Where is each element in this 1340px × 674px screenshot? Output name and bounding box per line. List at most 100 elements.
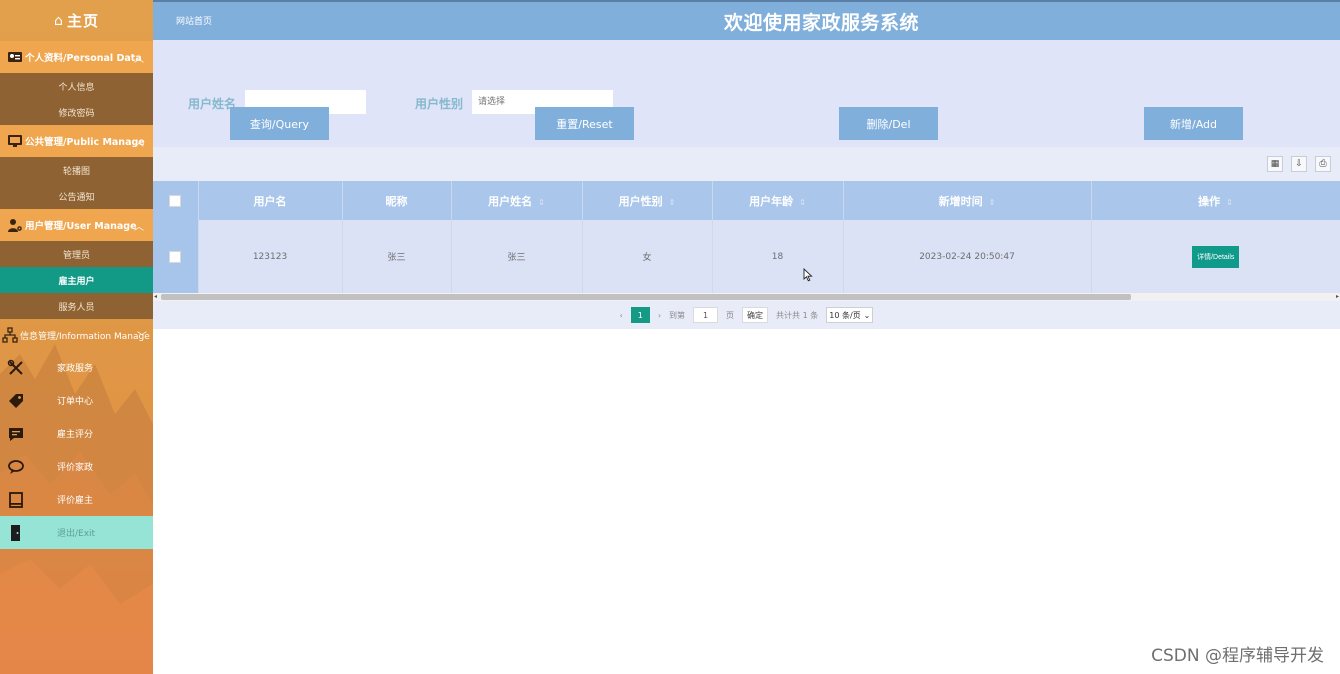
sidebar: ⌂ 主页 个人资料/Personal Data ︿ 个人信息 修改密码 公共管理… bbox=[0, 0, 153, 674]
details-button[interactable]: 详情/Details bbox=[1192, 245, 1240, 268]
export-icon[interactable]: ⇩ bbox=[1291, 156, 1307, 172]
table-panel: ▦ ⇩ ⎙ 用户名 昵称 用户姓名 ⇕ 用户性别 ⇕ 用户年龄 ⇕ 新增时间 ⇕… bbox=[153, 148, 1340, 329]
chevron-up-icon: ︿ bbox=[134, 222, 144, 233]
sidebar-group-user-manage[interactable]: 用户管理/User Manage ︿ bbox=[0, 209, 153, 241]
goto-page-input[interactable] bbox=[693, 307, 719, 323]
sidebar-group-public-manage[interactable]: 公共管理/Public Manage ︿ bbox=[0, 125, 153, 157]
sidebar-group-label: 用户管理/User Manage bbox=[25, 221, 137, 232]
sidebar-group-label: 信息管理/Information Manage bbox=[20, 331, 150, 342]
column-header-nickname[interactable]: 昵称 bbox=[342, 181, 452, 220]
cell-realname: 张三 bbox=[451, 220, 583, 293]
sidebar-item-personal-info[interactable]: 个人信息 bbox=[0, 73, 153, 99]
horizontal-scrollbar[interactable]: ◂ ▸ bbox=[153, 293, 1340, 301]
sidebar-item-admin[interactable]: 管理员 bbox=[0, 241, 153, 267]
username-label: 用户姓名 bbox=[188, 97, 237, 111]
columns-icon[interactable]: ▦ bbox=[1267, 156, 1283, 172]
sidebar-item-label: 评价雇主 bbox=[57, 496, 94, 506]
prev-page-icon[interactable]: ‹ bbox=[620, 311, 623, 320]
sidebar-group-personal-data[interactable]: 个人资料/Personal Data ︿ bbox=[0, 41, 153, 73]
reset-button[interactable]: 重置/Reset bbox=[535, 107, 634, 140]
sidebar-item-rate-employer[interactable]: 评价雇主 bbox=[0, 483, 153, 516]
sidebar-item-employer-user[interactable]: 雇主用户 bbox=[0, 267, 153, 293]
page-title: 欢迎使用家政服务系统 bbox=[723, 12, 919, 34]
scroll-right-icon[interactable]: ▸ bbox=[1336, 293, 1339, 301]
sitemap-icon bbox=[2, 327, 18, 343]
cell-age: 18 bbox=[712, 220, 844, 293]
sidebar-item-rate-housekeeping[interactable]: 评价家政 bbox=[0, 450, 153, 483]
add-button[interactable]: 新增/Add bbox=[1144, 107, 1243, 140]
scroll-left-icon[interactable]: ◂ bbox=[154, 293, 157, 301]
sidebar-item-notice[interactable]: 公告通知 bbox=[0, 183, 153, 209]
table-header-row: 用户名 昵称 用户姓名 ⇕ 用户性别 ⇕ 用户年龄 ⇕ 新增时间 ⇕ 操作 ⇕ bbox=[153, 181, 1340, 220]
sidebar-home-label: 主页 bbox=[66, 12, 99, 30]
scroll-thumb[interactable] bbox=[161, 294, 1131, 300]
next-page-icon[interactable]: › bbox=[658, 311, 661, 320]
data-table: 用户名 昵称 用户姓名 ⇕ 用户性别 ⇕ 用户年龄 ⇕ 新增时间 ⇕ 操作 ⇕ 12312… bbox=[153, 181, 1340, 293]
column-header-action[interactable]: 操作 ⇕ bbox=[1091, 181, 1340, 220]
chevron-up-icon: ︿ bbox=[134, 54, 144, 65]
door-exit-icon bbox=[11, 524, 20, 541]
row-select-cell bbox=[153, 220, 199, 293]
sidebar-item-label: 退出/Exit bbox=[57, 529, 96, 539]
cell-created: 2023-02-24 20:50:47 bbox=[843, 220, 1092, 293]
mouse-cursor-icon bbox=[803, 268, 813, 282]
monitor-icon bbox=[8, 135, 22, 147]
chevron-down-icon: ﹀ bbox=[137, 332, 147, 343]
select-all-cell bbox=[153, 181, 199, 220]
id-card-icon bbox=[8, 52, 22, 62]
sidebar-sublist-user: 管理员 雇主用户 服务人员 bbox=[0, 241, 153, 319]
sidebar-sublist-personal: 个人信息 修改密码 bbox=[0, 73, 153, 125]
column-header-realname[interactable]: 用户姓名 ⇕ bbox=[451, 181, 583, 220]
query-button[interactable]: 查询/Query bbox=[230, 107, 329, 140]
cell-action: 详情/Details bbox=[1091, 220, 1340, 293]
chevron-up-icon: ︿ bbox=[134, 138, 144, 149]
column-header-age[interactable]: 用户年龄 ⇕ bbox=[712, 181, 844, 220]
cell-nickname: 张三 bbox=[342, 220, 452, 293]
goto-confirm-button[interactable]: 确定 bbox=[742, 307, 769, 323]
row-checkbox[interactable] bbox=[169, 250, 182, 263]
tools-icon bbox=[7, 359, 23, 375]
gender-label: 用户性别 bbox=[415, 97, 464, 111]
page-size-select[interactable]: 10 条/页 ⌄ bbox=[826, 307, 874, 323]
sidebar-group-label: 个人资料/Personal Data bbox=[25, 53, 142, 64]
chevron-down-icon: ⌄ bbox=[863, 310, 871, 320]
sidebar-group-label: 公共管理/Public Manage bbox=[25, 137, 145, 148]
sidebar-item-employer-rating[interactable]: 雇主评分 bbox=[0, 417, 153, 450]
user-gear-icon bbox=[8, 219, 22, 232]
goto-prefix: 到第 bbox=[669, 310, 686, 320]
column-header-username[interactable]: 用户名 bbox=[198, 181, 343, 220]
column-header-created[interactable]: 新增时间 ⇕ bbox=[843, 181, 1092, 220]
sort-icon: ⇕ bbox=[1226, 197, 1233, 207]
sidebar-item-label: 雇主评分 bbox=[57, 430, 94, 440]
watermark: CSDN @程序辅导开发 bbox=[1151, 646, 1324, 666]
sidebar-item-housekeeping-service[interactable]: 家政服务 bbox=[0, 351, 153, 384]
header-bar: 网站首页 欢迎使用家政服务系统 bbox=[153, 0, 1340, 40]
sidebar-home[interactable]: ⌂ 主页 bbox=[0, 0, 153, 41]
print-icon[interactable]: ⎙ bbox=[1315, 156, 1331, 172]
pagination: ‹ 1 › 到第 页 确定 共计共 1 条 10 条/页 ⌄ bbox=[153, 301, 1340, 329]
sidebar-item-label: 订单中心 bbox=[57, 397, 94, 407]
sort-icon: ⇕ bbox=[538, 197, 545, 207]
table-toolbar: ▦ ⇩ ⎙ bbox=[153, 148, 1340, 181]
sidebar-sublist-public: 轮播图 公告通知 bbox=[0, 157, 153, 209]
sort-icon: ⇕ bbox=[668, 197, 676, 207]
column-header-gender[interactable]: 用户性别 ⇕ bbox=[582, 181, 713, 220]
sidebar-item-label: 评价家政 bbox=[57, 463, 94, 473]
delete-button[interactable]: 删除/Del bbox=[839, 107, 938, 140]
home-icon: ⌂ bbox=[54, 12, 64, 29]
sidebar-item-order-center[interactable]: 订单中心 bbox=[0, 384, 153, 417]
main-content: 网站首页 欢迎使用家政服务系统 用户姓名 用户性别 查询/Query 重置/Re… bbox=[153, 0, 1340, 674]
sort-icon: ⇕ bbox=[799, 197, 806, 207]
sidebar-item-change-password[interactable]: 修改密码 bbox=[0, 99, 153, 125]
sidebar-item-exit[interactable]: 退出/Exit bbox=[0, 516, 153, 549]
select-all-checkbox[interactable] bbox=[169, 195, 182, 207]
page-number-current[interactable]: 1 bbox=[630, 307, 650, 323]
sidebar-item-carousel[interactable]: 轮播图 bbox=[0, 157, 153, 183]
sidebar-group-information-manage[interactable]: 信息管理/Information Manage ﹀ bbox=[0, 319, 153, 351]
total-count: 共计共 1 条 bbox=[776, 310, 819, 320]
book-icon bbox=[9, 491, 23, 508]
sidebar-item-service-staff[interactable]: 服务人员 bbox=[0, 293, 153, 319]
cell-gender: 女 bbox=[582, 220, 713, 293]
cell-username: 123123 bbox=[198, 220, 343, 293]
sort-icon: ⇕ bbox=[988, 197, 996, 207]
